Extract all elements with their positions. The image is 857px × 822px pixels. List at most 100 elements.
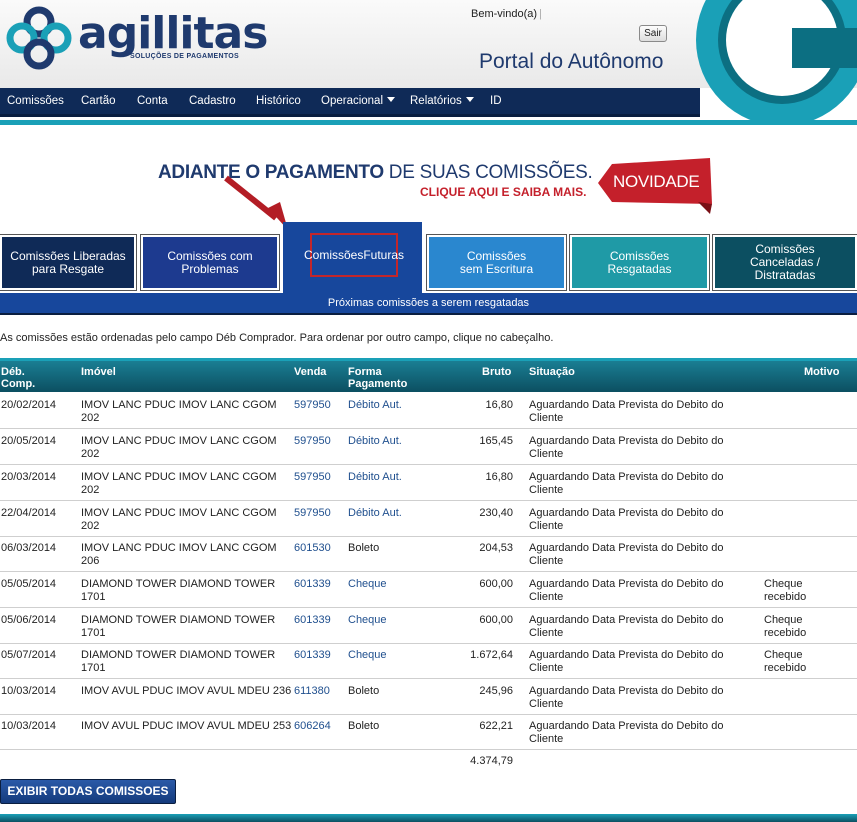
nav-label: Relatórios [410,95,462,107]
cell-text: 245,96 [479,685,513,697]
col-forma-pagamento[interactable]: Forma Pagamento [348,366,407,390]
tab-comissoes-canceladas[interactable]: Comissões Canceladas / Distratadas [712,234,857,291]
cell-forma-pagamento[interactable]: Débito Aut. [348,507,402,520]
venda-link[interactable]: 601339 [294,649,331,662]
header-label: Forma [348,366,382,378]
nav-conta[interactable]: Conta [137,95,168,107]
col-bruto[interactable]: Bruto [482,366,511,378]
cell-text: 202 [81,520,100,532]
cell-text: 05/07/2014 [1,649,57,661]
cell-text: 202 [81,484,100,496]
nav-cartao[interactable]: Cartão [81,95,116,107]
tab-comissoes-problemas[interactable]: Comissões com Problemas [140,234,280,291]
cell-text: Cheque [764,578,803,590]
tab-comissoes-futuras-label[interactable]: ComissõesFuturas [304,233,404,277]
cell-text: 05/06/2014 [1,614,57,626]
brand-tagline: SOLUÇÕES DE PAGAMENTOS [130,53,240,60]
cell-text: 600,00 [479,578,513,590]
nav-id[interactable]: ID [490,95,502,107]
col-motivo[interactable]: Motivo [804,366,839,378]
cell-situacao: Aguardando Data Prevista do Debito do Cli… [529,614,723,640]
cell-text: Cliente [529,555,564,567]
welcome-separator: | [539,8,542,20]
table-header: Déb. Comp. Imóvel Venda Forma Pagamento Br… [0,358,857,392]
tab-label-line: Comissões [609,248,670,263]
show-all-commissions-button[interactable]: EXIBIR TODAS COMISSOES [0,779,176,804]
cell-forma-pagamento[interactable]: Cheque [348,649,387,662]
brand-name: agillitas [78,8,268,59]
cell-bruto: 245,96 [430,685,513,698]
cell-imovel: IMOV LANC PDUC IMOV LANC CGOM 202 [81,435,277,461]
cell-text: Aguardando Data Prevista do Debito do [529,685,724,697]
cell-text: Débito Aut. [348,471,402,483]
footer-bar [0,814,857,822]
cell-text: IMOV LANC PDUC IMOV LANC CGOM [81,542,277,554]
tab-label-line: Comissões [466,248,527,263]
col-deb-comp[interactable]: Déb. Comp. [1,366,35,390]
tab-comissoes-sem-escritura[interactable]: Comissões sem Escritura [426,234,567,291]
cell-motivo: Cheque recebido [764,649,806,675]
nav-label: Cadastro [189,95,236,107]
cell-text: 05/05/2014 [1,578,57,590]
cell-text: IMOV AVUL PDUC IMOV AVUL MDEU 236 [81,685,292,697]
cell-forma-pagamento[interactable]: Cheque [348,614,387,627]
agillitas-logo-icon [6,6,72,70]
cell-text: Débito Aut. [348,435,402,447]
tab-comissoes-resgatadas[interactable]: Comissões Resgatadas [569,234,710,291]
venda-link[interactable]: 597950 [294,471,331,484]
cell-forma-pagamento[interactable]: Cheque [348,578,387,591]
col-situacao[interactable]: Situação [529,366,575,378]
cell-situacao: Aguardando Data Prevista do Debito do Cli… [529,399,723,425]
cell-text: Aguardando Data Prevista do Debito do [529,399,724,411]
cell-imovel: IMOV AVUL PDUC IMOV AVUL MDEU 253 [81,720,291,733]
promo-banner-cta[interactable]: CLIQUE AQUI E SAIBA MAIS. [420,185,586,199]
tab-label-line: Comissões Liberadas [10,248,126,263]
nav-operacional[interactable]: Operacional [321,95,396,107]
cell-text: IMOV AVUL PDUC IMOV AVUL MDEU 253 [81,720,292,732]
nav-comissoes[interactable]: Comissões [7,95,64,107]
cell-text: 202 [81,412,100,424]
nav-relatorios[interactable]: Relatórios [410,95,474,107]
header-stripe [0,120,857,125]
cell-text: 206 [81,555,100,567]
nav-historico[interactable]: Histórico [256,95,301,107]
cell-forma-pagamento[interactable]: Débito Aut. [348,399,402,412]
tab-comissoes-liberadas[interactable]: Comissões Liberadas para Resgate [0,234,137,291]
cell-bruto: 1.672,64 [430,649,513,662]
venda-link[interactable]: 611380 [294,685,330,698]
venda-link[interactable]: 601339 [294,614,331,627]
venda-link[interactable]: 597950 [294,399,331,412]
cell-imovel: DIAMOND TOWER DIAMOND TOWER 1701 [81,578,275,604]
header-label: Pagamento [348,378,408,390]
logout-button[interactable]: Sair [639,25,667,42]
venda-link[interactable]: 601339 [294,578,331,591]
cell-forma-pagamento[interactable]: Débito Aut. [348,435,402,448]
cell-text: Cheque [348,578,387,590]
cell-text: IMOV LANC PDUC IMOV LANC CGOM [81,507,277,519]
cell-text: 601339 [294,614,331,626]
cell-situacao: Aguardando Data Prevista do Debito do Cli… [529,471,723,497]
nav-cadastro[interactable]: Cadastro [189,95,236,107]
table-row: 20/02/2014 IMOV LANC PDUC IMOV LANC CGOM 2… [0,393,857,429]
col-imovel[interactable]: Imóvel [81,366,116,378]
novidade-badge[interactable]: NOVIDADE [613,172,700,192]
cell-text: 202 [81,448,100,460]
venda-link[interactable]: 601530 [294,542,331,555]
cell-text: Aguardando Data Prevista do Debito do [529,471,724,483]
nav-label: Comissões [7,95,64,107]
cell-text: Cheque [764,614,803,626]
header-label: Déb. [1,366,25,378]
table-row: 20/03/2014 IMOV LANC PDUC IMOV LANC CGOM 2… [0,465,857,501]
venda-link[interactable]: 606264 [294,720,331,733]
cell-motivo: Cheque recebido [764,578,806,604]
cell-deb-comp: 05/06/2014 [1,614,56,627]
cell-text: recebido [764,627,807,639]
venda-link[interactable]: 597950 [294,507,331,520]
col-venda[interactable]: Venda [294,366,326,378]
table-row: 05/07/2014 DIAMOND TOWER DIAMOND TOWER 170… [0,643,857,679]
cell-bruto: 622,21 [430,720,513,733]
venda-link[interactable]: 597950 [294,435,331,448]
table-row: 10/03/2014 IMOV AVUL PDUC IMOV AVUL MDEU … [0,714,857,750]
cell-text: Cliente [529,698,564,710]
cell-forma-pagamento[interactable]: Débito Aut. [348,471,402,484]
